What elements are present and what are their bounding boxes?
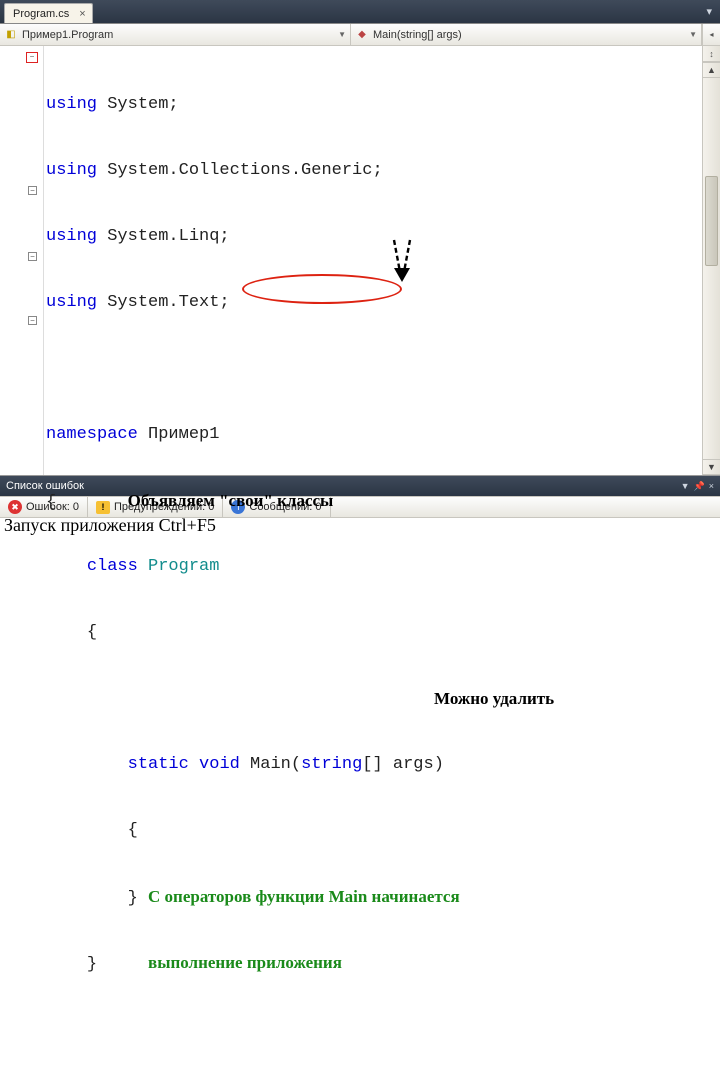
code-gutter: − − − −	[0, 46, 44, 475]
scroll-down-icon[interactable]: ▼	[703, 459, 720, 475]
annotation: выполнение приложения	[148, 953, 342, 972]
code-text: [] args)	[362, 755, 444, 774]
code-keyword: using	[46, 161, 97, 180]
code-keyword: using	[46, 95, 97, 114]
tab-overflow[interactable]: ▾	[698, 0, 716, 23]
code-text: System;	[97, 95, 179, 114]
outline-toggle-icon[interactable]: −	[26, 52, 38, 63]
vertical-scrollbar[interactable]: ↕ ▲ ▼	[702, 46, 720, 475]
outline-toggle-icon[interactable]: −	[28, 316, 37, 325]
annotation: С операторов функции Main начинается	[148, 887, 460, 906]
code-type: Program	[138, 557, 220, 576]
file-tab[interactable]: Program.cs ×	[4, 3, 93, 23]
arrow-icon	[384, 236, 428, 286]
close-icon[interactable]: ×	[709, 481, 714, 491]
nav-back-icon[interactable]: ◂	[702, 24, 720, 45]
file-tab-label: Program.cs	[13, 8, 69, 20]
chevron-down-icon: ▾	[706, 5, 712, 18]
class-icon: ◧	[4, 28, 18, 42]
code-keyword: string	[301, 755, 362, 774]
caption-text: Запуск приложения Ctrl+F5	[4, 515, 216, 536]
code-text: {	[128, 821, 138, 840]
code-keyword: using	[46, 227, 97, 246]
chevron-down-icon: ▼	[338, 30, 346, 39]
highlight-oval	[242, 274, 402, 304]
member-selector[interactable]: ◆ Main(string[] args) ▼	[351, 24, 702, 45]
class-selector[interactable]: ◧ Пример1.Program ▼	[0, 24, 351, 45]
code-text: Пример1	[138, 425, 220, 444]
code-text: {	[46, 493, 56, 512]
error-icon: ✖	[8, 500, 22, 514]
code-text: System.Linq;	[97, 227, 230, 246]
code-text: }	[87, 955, 97, 974]
member-selector-label: Main(string[] args)	[373, 29, 462, 41]
chevron-down-icon: ▼	[689, 30, 697, 39]
code-text: }	[128, 889, 138, 908]
code-keyword: void	[189, 755, 240, 774]
code-text: {	[87, 623, 97, 642]
split-icon[interactable]: ↕	[703, 46, 720, 62]
code-keyword: namespace	[46, 425, 138, 444]
scroll-up-icon[interactable]: ▲	[703, 62, 720, 78]
code-keyword: using	[46, 293, 97, 312]
code-editor[interactable]: using System; using System.Collections.G…	[44, 46, 702, 475]
class-selector-label: Пример1.Program	[22, 29, 113, 41]
code-keyword: static	[128, 755, 189, 774]
method-icon: ◆	[355, 28, 369, 42]
outline-toggle-icon[interactable]: −	[28, 252, 37, 261]
code-keyword: class	[87, 557, 138, 576]
annotation: Можно удалить	[434, 688, 554, 710]
code-text: Main(	[240, 755, 301, 774]
code-text: System.Collections.Generic;	[97, 161, 383, 180]
code-text: System.Text;	[97, 293, 230, 312]
close-icon[interactable]: ×	[79, 8, 85, 20]
scroll-thumb[interactable]	[705, 176, 718, 266]
outline-toggle-icon[interactable]: −	[28, 186, 37, 195]
annotation: Объявляем "свои" классы	[128, 491, 334, 510]
